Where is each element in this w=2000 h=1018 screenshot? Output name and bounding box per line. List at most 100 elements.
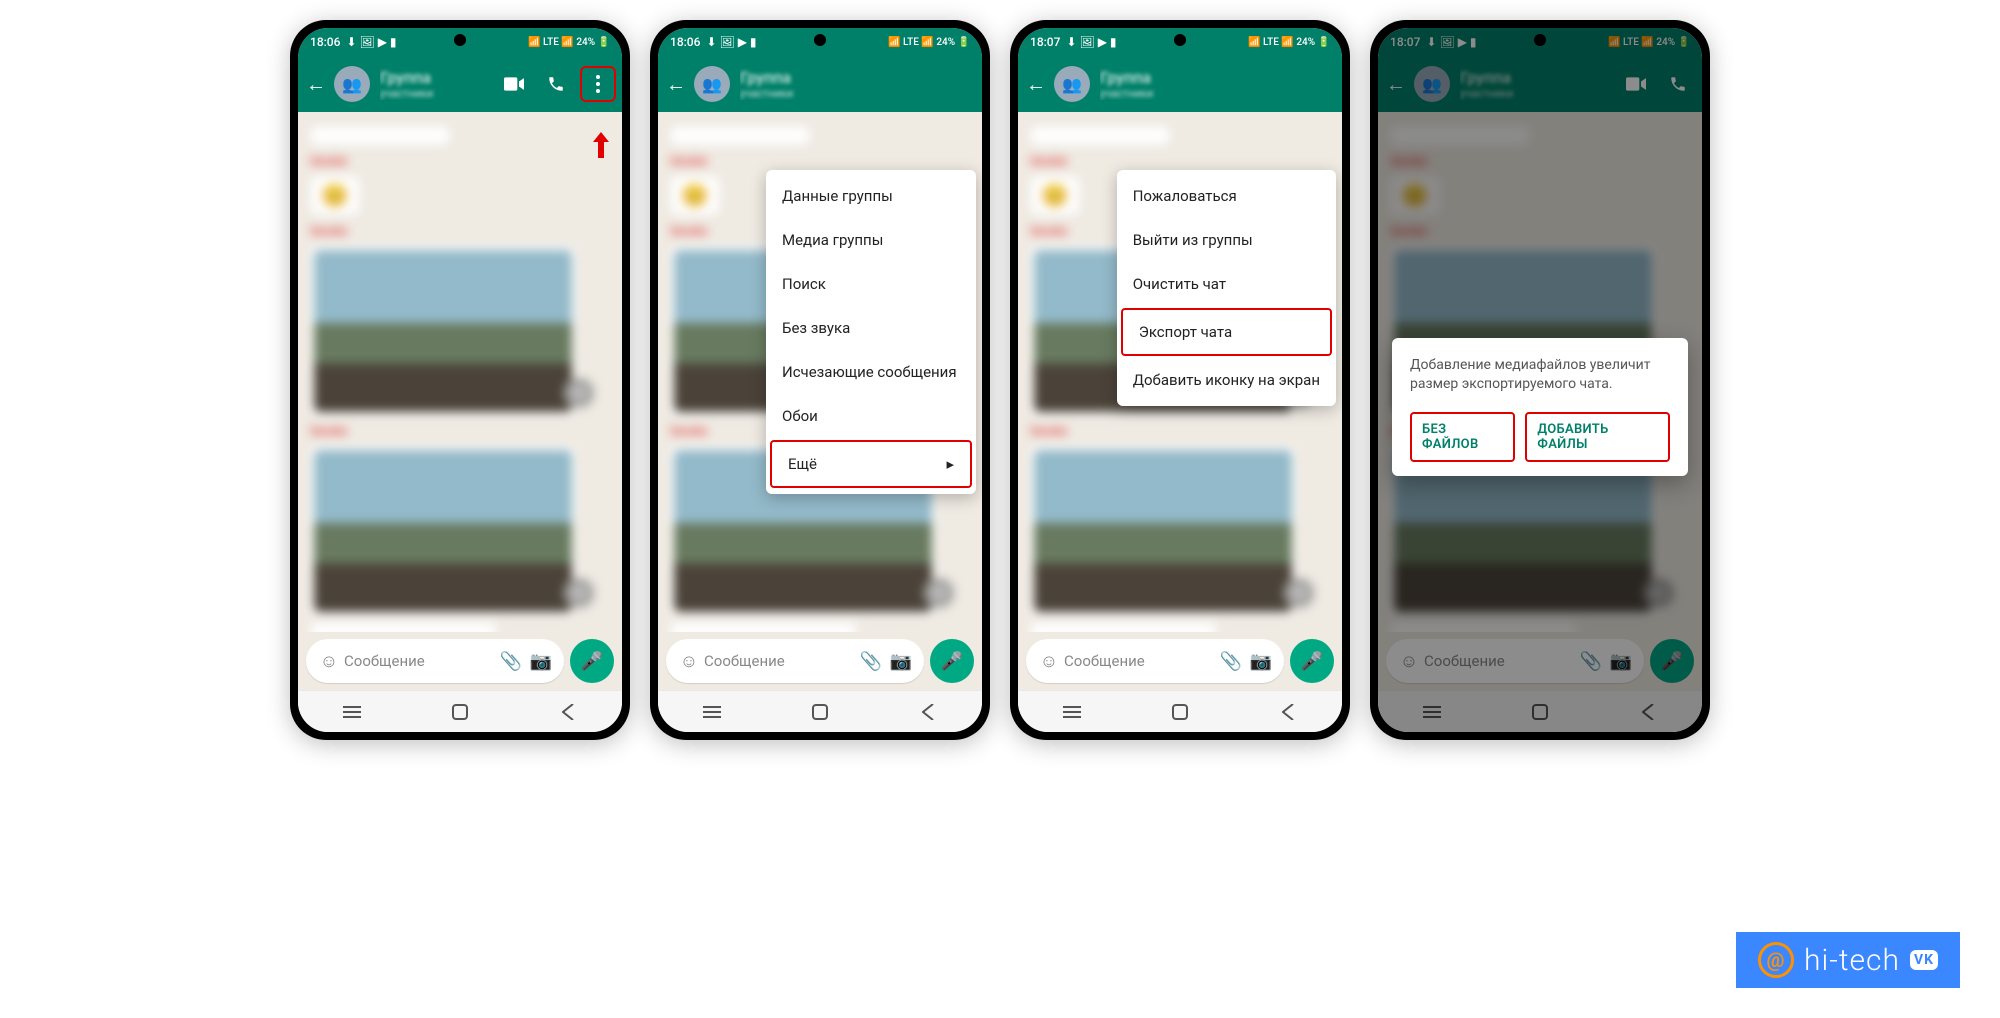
back-button[interactable]: ←: [664, 72, 688, 97]
nav-recents[interactable]: [337, 706, 367, 718]
annotation-arrow-up: [592, 132, 610, 162]
options-menu: Данные группы Медиа группы Поиск Без зву…: [766, 170, 976, 494]
status-left-icons: ⬇ 🖼 ▶ ▮: [706, 35, 756, 49]
message-placeholder: Сообщение: [344, 652, 496, 670]
nav-recents[interactable]: [1417, 706, 1447, 718]
camera-hole: [1534, 34, 1546, 46]
chat-body[interactable]: Sender 😊 Sender ➦ Sender ➦ Sender: [298, 112, 622, 632]
nav-back[interactable]: [1633, 704, 1663, 720]
nav-home[interactable]: [1165, 704, 1195, 720]
phone-frame-1: 18:06 ⬇ 🖼 ▶ ▮ 📶 LTE 📶 24% 🔋 ← 👥 Группа у…: [290, 20, 630, 740]
emoji-icon[interactable]: ☺: [1034, 651, 1064, 672]
group-avatar[interactable]: 👥: [1414, 66, 1450, 102]
mic-button[interactable]: 🎤: [1290, 639, 1334, 683]
group-avatar[interactable]: 👥: [334, 66, 370, 102]
group-avatar[interactable]: 👥: [1054, 66, 1090, 102]
dialog-without-media-button[interactable]: БЕЗ ФАЙЛОВ: [1410, 412, 1515, 462]
message-placeholder: Сообщение: [1424, 652, 1576, 670]
chat-title: Группа: [380, 68, 490, 87]
chat-title: Группа: [1460, 68, 1612, 87]
dialog-message: Добавление медиафайлов увеличит размер э…: [1410, 356, 1670, 394]
export-dialog: Добавление медиафайлов увеличит размер э…: [1392, 338, 1688, 476]
menu-disappearing[interactable]: Исчезающие сообщения: [766, 350, 976, 394]
nav-home[interactable]: [805, 704, 835, 720]
camera-icon[interactable]: 📷: [1246, 651, 1276, 672]
chat-header: ← 👥 Группа участники: [1018, 56, 1342, 112]
emoji-icon[interactable]: ☺: [314, 651, 344, 672]
menu-export-chat[interactable]: Экспорт чата: [1121, 308, 1332, 356]
attach-icon[interactable]: 📎: [496, 651, 526, 672]
chat-header: ← 👥 Группа участники: [1378, 56, 1702, 112]
chat-subtitle: участники: [740, 87, 976, 100]
message-input[interactable]: ☺ Сообщение 📎 📷: [306, 639, 564, 683]
more-submenu: Пожаловаться Выйти из группы Очистить ча…: [1117, 170, 1336, 406]
video-call-button[interactable]: [496, 66, 532, 102]
camera-hole: [814, 34, 826, 46]
nav-back[interactable]: [913, 704, 943, 720]
menu-group-info[interactable]: Данные группы: [766, 174, 976, 218]
status-left-icons: ⬇ 🖼 ▶ ▮: [346, 35, 396, 49]
mic-button[interactable]: 🎤: [930, 639, 974, 683]
watermark-text: hi-tech: [1804, 943, 1900, 978]
status-left-icons: ⬇ 🖼 ▶ ▮: [1066, 35, 1116, 49]
camera-icon[interactable]: 📷: [886, 651, 916, 672]
chat-header: ← 👥 Группа участники: [658, 56, 982, 112]
menu-report[interactable]: Пожаловаться: [1117, 174, 1336, 218]
back-button[interactable]: ←: [1384, 72, 1408, 97]
nav-recents[interactable]: [697, 706, 727, 718]
camera-hole: [454, 34, 466, 46]
chat-body[interactable]: Sender 😊 Sender ➦ Sender ➦ Sender Данные…: [658, 112, 982, 632]
menu-exit-group[interactable]: Выйти из группы: [1117, 218, 1336, 262]
nav-back[interactable]: [553, 704, 583, 720]
voice-call-button[interactable]: [538, 66, 574, 102]
menu-mute[interactable]: Без звука: [766, 306, 976, 350]
camera-icon: 📷: [1606, 651, 1636, 672]
status-time: 18:07: [1390, 35, 1420, 49]
group-avatar[interactable]: 👥: [694, 66, 730, 102]
camera-hole: [1174, 34, 1186, 46]
emoji-icon: ☺: [1394, 651, 1424, 672]
phone-frame-2: 18:06⬇ 🖼 ▶ ▮ 📶 LTE 📶 24% 🔋 ← 👥 Группа уч…: [650, 20, 990, 740]
status-right-icons: 📶 LTE 📶 24% 🔋: [1608, 37, 1690, 48]
chat-body[interactable]: Sender 😊 Sender ➦ Sender ➦ Sender Пожало…: [1018, 112, 1342, 632]
emoji-icon[interactable]: ☺: [674, 651, 704, 672]
phone-frame-3: 18:07 ⬇ 🖼 ▶ ▮ 📶 LTE 📶 24% 🔋 ← 👥 Группа уч…: [1010, 20, 1350, 740]
status-time: 18:06: [310, 35, 340, 49]
chat-subtitle: участники: [380, 87, 490, 100]
video-call-button[interactable]: [1618, 66, 1654, 102]
status-right-icons: 📶 LTE 📶 24% 🔋: [1248, 37, 1330, 48]
message-placeholder: Сообщение: [704, 652, 856, 670]
more-options-button[interactable]: [580, 66, 616, 102]
message-input[interactable]: ☺ Сообщение 📎 📷: [1026, 639, 1284, 683]
status-right-icons: 📶 LTE 📶 24% 🔋: [528, 37, 610, 48]
nav-back[interactable]: [1273, 704, 1303, 720]
menu-group-media[interactable]: Медиа группы: [766, 218, 976, 262]
menu-more[interactable]: Ещё ▸: [770, 440, 972, 488]
menu-add-shortcut[interactable]: Добавить иконку на экран: [1117, 358, 1336, 402]
mic-button[interactable]: 🎤: [570, 639, 614, 683]
status-time: 18:07: [1030, 35, 1060, 49]
chevron-right-icon: ▸: [946, 455, 954, 473]
message-input-bar: ☺ Сообщение 📎 📷 🎤: [298, 632, 622, 690]
menu-wallpaper[interactable]: Обои: [766, 394, 976, 438]
back-button[interactable]: ←: [1024, 72, 1048, 97]
android-nav-bar: [1378, 690, 1702, 732]
android-nav-bar: [658, 690, 982, 732]
message-input: ☺ Сообщение 📎 📷: [1386, 639, 1644, 683]
dialog-include-media-button[interactable]: ДОБАВИТЬ ФАЙЛЫ: [1525, 412, 1670, 462]
nav-home[interactable]: [1525, 704, 1555, 720]
camera-icon[interactable]: 📷: [526, 651, 556, 672]
attach-icon[interactable]: 📎: [1216, 651, 1246, 672]
nav-recents[interactable]: [1057, 706, 1087, 718]
status-time: 18:06: [670, 35, 700, 49]
attach-icon[interactable]: 📎: [856, 651, 886, 672]
message-input[interactable]: ☺ Сообщение 📎 📷: [666, 639, 924, 683]
chat-header: ← 👥 Группа участники: [298, 56, 622, 112]
status-left-icons: ⬇ 🖼 ▶ ▮: [1426, 35, 1476, 49]
menu-search[interactable]: Поиск: [766, 262, 976, 306]
voice-call-button[interactable]: [1660, 66, 1696, 102]
chat-subtitle: участники: [1460, 87, 1612, 100]
nav-home[interactable]: [445, 704, 475, 720]
menu-clear-chat[interactable]: Очистить чат: [1117, 262, 1336, 306]
back-button[interactable]: ←: [304, 72, 328, 97]
